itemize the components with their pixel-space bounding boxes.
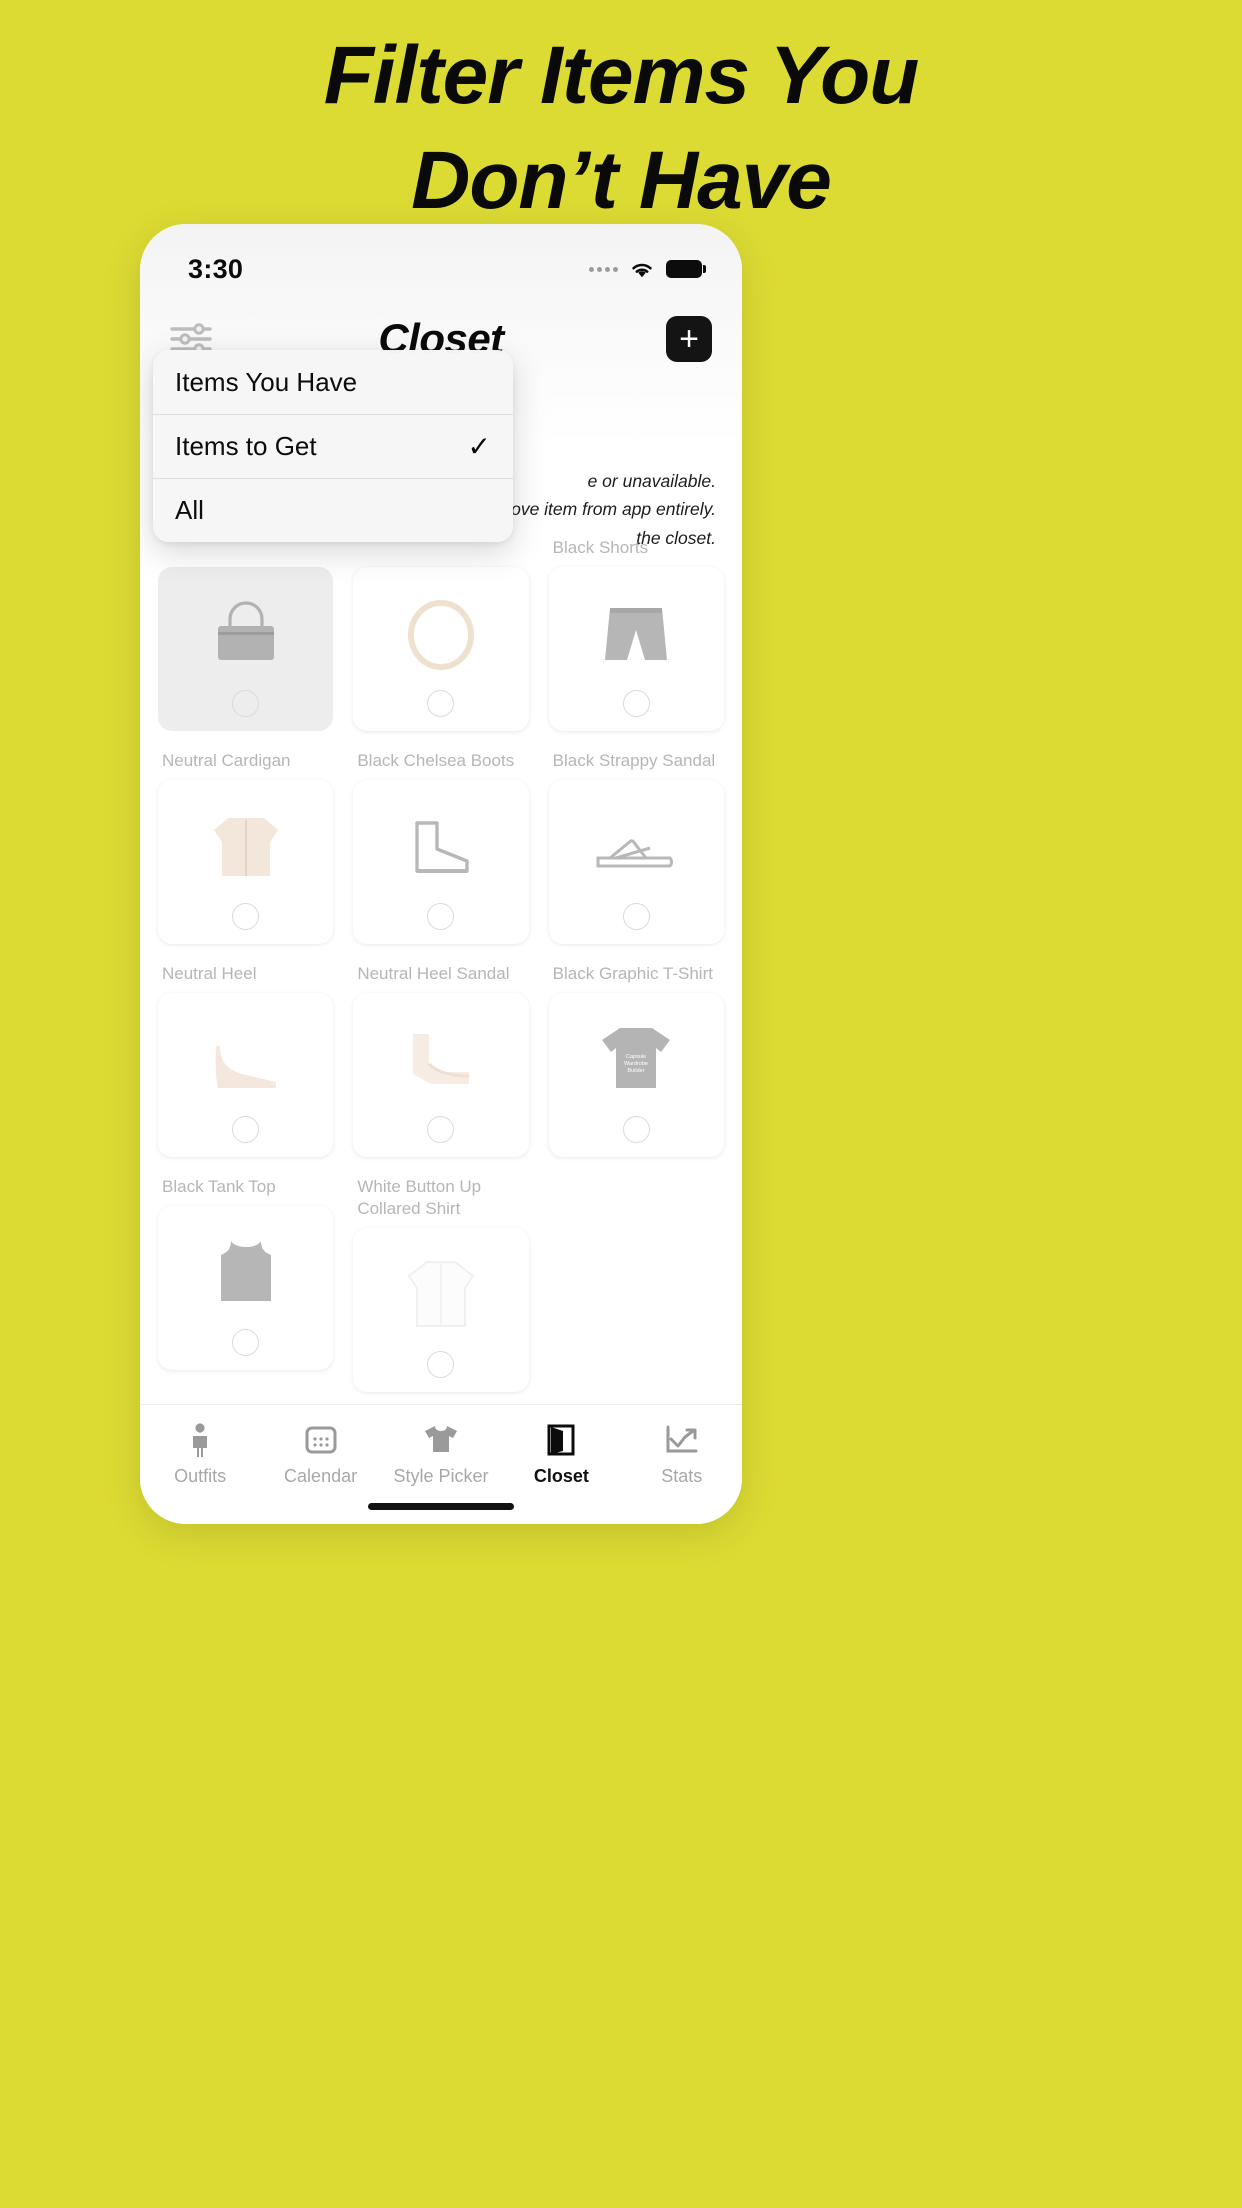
item-select-circle[interactable] [232, 903, 260, 931]
tshirt-icon [423, 1421, 459, 1459]
closet-item-card[interactable] [158, 993, 334, 1158]
promo-page: Filter Items You Don’t Have 3:30 Closet … [0, 0, 1242, 2208]
closet-item[interactable]: Black Tank Top [158, 1163, 334, 1392]
closet-item-label: Black Chelsea Boots [357, 751, 515, 771]
closet-item[interactable]: Black Chelsea Boots [353, 737, 529, 945]
menu-item-items-to-get[interactable]: Items to Get ✓ [153, 414, 513, 478]
add-item-button[interactable]: + [666, 316, 712, 362]
svg-text:Capsule: Capsule [626, 1054, 646, 1060]
tab-label: Calendar [284, 1466, 358, 1486]
item-select-circle[interactable] [427, 1116, 455, 1144]
signal-dots-icon [589, 266, 618, 272]
item-select-circle[interactable] [622, 1116, 650, 1144]
closet-item[interactable]: Black Graphic T-Shirt Capsule Wardrobe B… [548, 950, 724, 1158]
tab-closet[interactable]: Closet [506, 1421, 616, 1487]
item-select-circle[interactable] [232, 1329, 260, 1357]
menu-item-label: Items to Get [175, 431, 317, 461]
closet-item-label: Neutral Heel Sandal [357, 964, 510, 984]
tab-label: Stats [661, 1466, 703, 1486]
item-select-circle[interactable] [232, 690, 260, 717]
closet-item-label: Neutral Heel [162, 964, 257, 984]
check-icon: ✓ [467, 430, 491, 462]
closet-item[interactable]: Black Shorts [548, 524, 724, 732]
closet-item[interactable]: Neutral Heel Sandal [353, 950, 529, 1158]
battery-full-icon [666, 260, 706, 278]
filter-dropdown-menu[interactable]: Items You Have Items to Get ✓ All [153, 350, 513, 542]
heel-sandal-icon [353, 1005, 528, 1116]
closet-item[interactable] [353, 524, 529, 731]
closet-grid: Black Shorts Neutral Cardigan Black Chel… [158, 524, 724, 1393]
boot-icon [353, 792, 528, 903]
item-select-circle[interactable] [427, 903, 455, 931]
tab-label: Style Picker [393, 1466, 489, 1486]
item-select-circle[interactable] [622, 690, 650, 718]
closet-item-card[interactable] [353, 780, 529, 945]
closet-item-card[interactable] [158, 1206, 334, 1371]
closet-item-label: Black Tank Top [162, 1177, 276, 1197]
closet-item[interactable]: Neutral Heel [158, 950, 334, 1158]
calendar-icon [305, 1421, 337, 1459]
svg-text:Builder: Builder [628, 1068, 645, 1074]
menu-item-items-you-have[interactable]: Items You Have [153, 350, 513, 414]
closet-item[interactable] [158, 524, 334, 731]
closet-grid-scroll[interactable]: Black Shorts Neutral Cardigan Black Chel… [140, 524, 742, 1424]
closet-item-label: Neutral Cardigan [162, 751, 291, 771]
heel-icon [158, 1005, 333, 1116]
closet-item[interactable]: Neutral Cardigan [158, 737, 334, 945]
headline-line-2: Don’t Have [411, 134, 832, 226]
closet-item-card[interactable] [353, 567, 529, 731]
menu-item-all[interactable]: All [153, 478, 513, 542]
headline-line-1: Filter Items You [323, 30, 920, 121]
handbag-icon [158, 579, 333, 690]
closet-item-card[interactable] [548, 780, 724, 945]
status-indicators [589, 260, 706, 279]
closet-item-label: Black Shorts [552, 538, 649, 557]
menu-item-label: All [175, 495, 204, 525]
menu-item-label: Items You Have [175, 366, 358, 397]
closet-item[interactable]: Black Strappy Sandal [548, 737, 724, 945]
closet-item-card[interactable]: Capsule Wardrobe Builder [548, 993, 724, 1158]
page-title: Filter Items You Don’t Have [0, 24, 1242, 234]
closet-item-card[interactable] [158, 567, 334, 731]
status-time: 3:30 [188, 253, 244, 284]
item-select-circle[interactable] [622, 903, 650, 931]
tab-stats[interactable]: Stats [627, 1421, 737, 1487]
closet-item-card[interactable] [548, 567, 724, 732]
tab-label: Outfits [174, 1466, 227, 1486]
wifi-icon [629, 260, 655, 279]
tab-calendar[interactable]: Calendar [266, 1421, 376, 1487]
status-bar: 3:30 [140, 224, 742, 298]
closet-item-label: White Button Up Collared Shirt [357, 1177, 482, 1219]
closet-item[interactable]: White Button Up Collared Shirt [353, 1163, 529, 1393]
closet-item-label: Black Graphic T-Shirt [552, 964, 713, 984]
phone-mockup: 3:30 Closet + e or unavailable. ove item… [140, 224, 742, 1524]
phone-screen: 3:30 Closet + e or unavailable. ove item… [140, 224, 742, 1524]
plus-icon: + [679, 320, 699, 358]
closet-item-label: Black Strappy Sandal [552, 751, 716, 771]
tab-outfits[interactable]: Outfits [145, 1421, 255, 1487]
tank-top-icon [158, 1218, 333, 1329]
tab-style-picker[interactable]: Style Picker [386, 1421, 496, 1487]
item-select-circle[interactable] [232, 1116, 260, 1144]
person-icon [187, 1421, 213, 1459]
shorts-icon [549, 579, 724, 690]
home-indicator [368, 1503, 514, 1510]
button-up-shirt-icon [353, 1240, 528, 1351]
closet-item-card[interactable] [158, 780, 334, 945]
item-select-circle[interactable] [427, 690, 455, 717]
sandal-icon [549, 792, 724, 903]
cardigan-icon [158, 792, 333, 903]
closet-item-card[interactable] [353, 1228, 529, 1393]
graphic-tee-icon: Capsule Wardrobe Builder [549, 1005, 724, 1116]
svg-text:Wardrobe: Wardrobe [624, 1061, 648, 1067]
necklace-icon [353, 579, 528, 690]
closet-item-card[interactable] [353, 993, 529, 1158]
closet-door-icon [547, 1421, 575, 1459]
chart-trend-icon [665, 1421, 699, 1459]
item-select-circle[interactable] [427, 1351, 455, 1379]
closet-item-empty [549, 1163, 724, 1392]
tab-label: Closet [533, 1466, 589, 1486]
